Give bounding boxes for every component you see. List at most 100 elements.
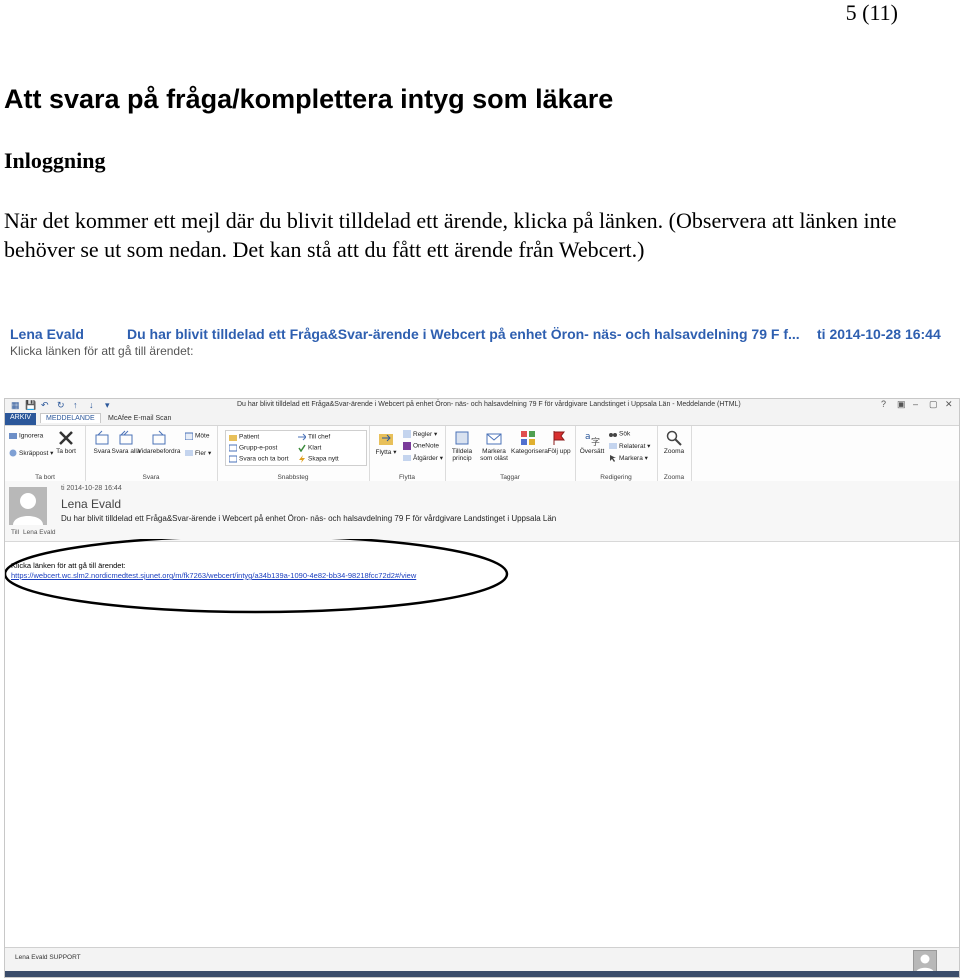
message-sender[interactable]: Lena Evald — [61, 497, 121, 511]
follow-up-button[interactable]: Följ upp — [545, 430, 573, 455]
maximize-icon[interactable]: ▢ — [929, 399, 938, 410]
translate-icon: a字 — [585, 432, 600, 446]
folder-icon — [229, 435, 237, 441]
message-subject: Du har blivit tilldelad ett Fråga&Svar-ä… — [61, 514, 557, 523]
down-arrow-icon[interactable]: ↓ — [89, 400, 94, 410]
check-icon — [298, 444, 306, 452]
forward-button[interactable]: Vidarebefordra — [137, 430, 181, 455]
rules-button[interactable]: Regler ▾ — [403, 430, 437, 439]
tab-file[interactable]: ARKIV — [5, 413, 37, 425]
unread-icon — [486, 433, 502, 445]
ribbon: Ignorera Skräppost ▾ Ta bort Ta bort Sva… — [5, 425, 959, 483]
mark-unread-button[interactable]: Markera som oläst — [477, 430, 511, 462]
help-icon[interactable]: ? — [881, 399, 886, 409]
move-folder-icon — [379, 434, 393, 445]
onenote-button[interactable]: OneNote — [403, 442, 439, 450]
policy-icon — [455, 431, 469, 445]
assign-policy-button[interactable]: Tilldela princip — [445, 430, 479, 462]
select-button[interactable]: Markera ▾ — [609, 454, 648, 463]
actions-icon — [403, 455, 411, 462]
svg-text:字: 字 — [591, 436, 600, 446]
tags-group-label: Taggar — [500, 474, 520, 481]
page-title: Att svara på fråga/komplettera intyg som… — [4, 84, 614, 114]
close-icon[interactable]: ✕ — [945, 399, 953, 410]
message-datetime: ti 2014-10-28 16:44 — [61, 485, 122, 492]
ignore-button[interactable]: Ignorera — [9, 432, 43, 440]
categorize-button[interactable]: Kategorisera — [511, 430, 548, 455]
quick-step-reply-delete[interactable]: Svara och ta bort — [229, 455, 289, 463]
editing-group-label: Redigering — [600, 474, 632, 481]
person-small-icon — [916, 954, 934, 973]
reply-all-icon — [119, 430, 133, 445]
quick-step-to-manager[interactable]: Till chef — [298, 433, 330, 441]
delete-button[interactable]: Ta bort — [49, 430, 83, 455]
email-notification[interactable]: Lena Evald Du har blivit tilldelad ett F… — [6, 322, 956, 360]
delete-group: Ignorera Skräppost ▾ Ta bort Ta bort — [5, 426, 86, 482]
move-group-label: Flytta — [399, 474, 415, 481]
ribbon-tabs: ARKIV MEDDELANDE McAfee E-mail Scan — [5, 413, 959, 425]
onenote-icon — [403, 442, 411, 450]
redo-icon[interactable]: ↻ — [57, 400, 65, 411]
related-button[interactable]: Relaterat ▾ — [609, 442, 650, 450]
translate-button[interactable]: a字 Översätt — [575, 430, 609, 455]
actions-button[interactable]: Åtgärder ▾ — [403, 454, 443, 462]
binoculars-icon — [609, 433, 617, 437]
notification-preview: Klicka länken för att gå till ärendet: — [10, 344, 194, 358]
section-heading: Inloggning — [4, 148, 106, 173]
outlook-message-window: ▦ 💾 ↶ ↻ ↑ ↓ ▾ Du har blivit tilldelad et… — [4, 398, 960, 978]
mail-icon — [229, 444, 237, 452]
save-icon[interactable]: 💾 — [25, 400, 36, 411]
junk-button[interactable]: Skräppost ▾ — [9, 449, 53, 457]
quick-steps-box: Patient Grupp-e-post Svara och ta bort T… — [225, 430, 367, 466]
notification-time: ti 2014-10-28 16:44 — [817, 326, 941, 342]
message-header: ti 2014-10-28 16:44 Lena Evald Du har bl… — [5, 481, 959, 542]
customize-icon[interactable]: ▾ — [105, 400, 110, 411]
intro-paragraph: När det kommer ett mejl där du blivit ti… — [4, 208, 897, 262]
sender-avatar — [9, 487, 47, 525]
tab-mcafee[interactable]: McAfee E-mail Scan — [103, 414, 176, 423]
calendar-icon — [185, 432, 193, 440]
message-body: Klicka länken för att gå till ärendet: h… — [5, 539, 959, 945]
outlook-icon: ▦ — [11, 400, 20, 410]
categorize-icon — [521, 431, 535, 445]
notification-sender: Lena Evald — [10, 326, 84, 342]
taskbar — [5, 971, 959, 977]
find-button[interactable]: Sök — [609, 430, 630, 438]
quick-steps-label: Snabbsteg — [277, 474, 309, 481]
flag-icon — [553, 431, 565, 445]
more-icon — [185, 450, 193, 457]
related-icon — [609, 443, 617, 450]
ribbon-display-icon[interactable]: ▣ — [897, 399, 906, 410]
editing-group: a字 Översätt Sök Relaterat ▾ Markera ▾ Re… — [575, 426, 658, 482]
zoom-button[interactable]: Zooma — [657, 430, 691, 455]
respond-group: Svara Svara alla Vidarebefordra Möte Fle… — [85, 426, 218, 482]
highlight-ellipse — [5, 539, 509, 614]
meeting-button[interactable]: Möte — [185, 432, 209, 440]
move-button[interactable]: Flytta ▾ — [369, 430, 403, 456]
reply-delete-icon — [229, 455, 237, 463]
quick-step-group-mail[interactable]: Grupp-e-post — [229, 444, 277, 452]
ignore-icon — [9, 433, 17, 439]
more-button[interactable]: Fler ▾ — [185, 449, 211, 457]
person-icon — [13, 493, 43, 525]
status-sender-name: Lena Evald SUPPORT — [15, 954, 81, 961]
quick-step-create-new[interactable]: Skapa nytt — [298, 455, 339, 463]
minimize-icon[interactable]: – — [913, 399, 918, 409]
undo-icon[interactable]: ↶ — [41, 400, 49, 411]
up-arrow-icon[interactable]: ↑ — [73, 400, 78, 410]
delete-group-label: Ta bort — [35, 474, 55, 481]
move-group: Flytta ▾ Regler ▾ OneNote Åtgärder ▾ Fly… — [369, 426, 446, 482]
svg-text:a: a — [585, 432, 591, 442]
to-recipient[interactable]: Lena Evald — [23, 529, 56, 536]
select-icon — [610, 455, 616, 463]
lightning-icon — [299, 455, 305, 463]
quick-step-patient[interactable]: Patient — [229, 433, 259, 441]
to-label: Till — [11, 529, 20, 536]
tab-message[interactable]: MEDDELANDE — [40, 413, 101, 423]
magnifier-icon — [666, 430, 682, 446]
forward-icon — [152, 430, 166, 445]
title-bar: ▦ 💾 ↶ ↻ ↑ ↓ ▾ Du har blivit tilldelad et… — [5, 399, 959, 413]
zoom-group: Zooma Zooma — [657, 426, 692, 482]
window-title: Du har blivit tilldelad ett Fråga&Svar-ä… — [237, 401, 741, 408]
quick-step-done[interactable]: Klart — [298, 444, 321, 452]
